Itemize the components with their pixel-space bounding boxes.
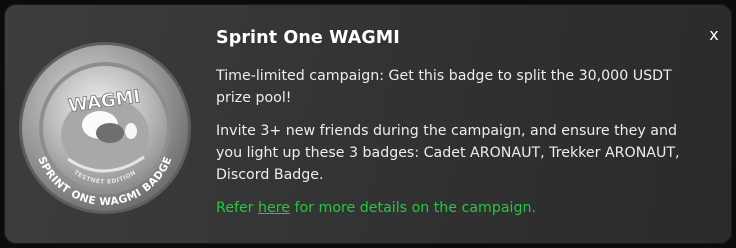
badge-image: WAGMI SPRINT ONE WAGMI BADGE TESTNET EDI… (19, 42, 191, 214)
refer-suffix: for more details on the campaign. (290, 200, 537, 216)
badge-info-modal: x WAGMI SPRINT ONE WAGMI BADGE TESTNET E… (4, 4, 732, 244)
refer-prefix: Refer (216, 200, 259, 216)
invite-instructions: Invite 3+ new friends during the campaig… (216, 123, 680, 183)
refer-here-link[interactable]: here (258, 200, 290, 216)
refer-line: Refer here for more details on the campa… (216, 197, 686, 219)
screen-background: x WAGMI SPRINT ONE WAGMI BADGE TESTNET E… (0, 0, 736, 248)
close-button[interactable]: x (704, 25, 724, 45)
campaign-description: Time-limited campaign: Get this badge to… (216, 68, 672, 106)
modal-title: Sprint One WAGMI (216, 28, 400, 48)
modal-content: Sprint One WAGMI Time-limited campaign: … (216, 26, 686, 219)
